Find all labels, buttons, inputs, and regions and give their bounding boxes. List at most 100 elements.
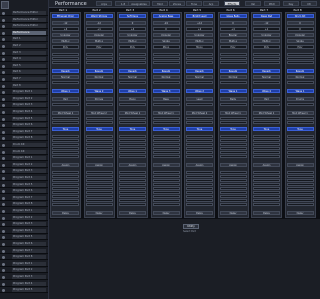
program-select[interactable]: Deep Pad <box>253 14 280 18</box>
part-param-field[interactable]: +4 <box>52 27 79 31</box>
sidebar-item[interactable]: Program Part 3 <box>0 222 48 228</box>
part-param-field[interactable]: Mod Wheel 1 <box>52 111 79 115</box>
param-slot[interactable] <box>186 61 213 64</box>
sidebar-item[interactable]: Program Part 1 <box>0 261 48 267</box>
param-slot[interactable] <box>152 187 180 190</box>
param-slot[interactable] <box>85 61 113 64</box>
param-slot[interactable] <box>152 61 180 64</box>
sidebar-item[interactable]: Program Part 6 <box>0 123 48 129</box>
param-slot[interactable] <box>52 179 79 182</box>
sidebar-item[interactable]: Part 7 <box>0 77 48 82</box>
program-select[interactable]: Glass Bells <box>219 14 247 18</box>
part-param-field[interactable]: Tone <box>253 127 280 131</box>
param-slot[interactable] <box>219 155 247 158</box>
param-slot[interactable] <box>119 53 146 56</box>
sidebar-item[interactable]: Program Part 2 <box>0 268 48 274</box>
param-slot[interactable] <box>286 143 314 146</box>
tab-key[interactable]: Key <box>283 1 299 6</box>
sidebar-item[interactable]: Part 1 <box>0 37 48 43</box>
param-slot[interactable] <box>286 139 314 142</box>
param-slot[interactable] <box>286 61 314 64</box>
part-param-field[interactable]: Unipolar <box>253 33 280 37</box>
param-slot[interactable] <box>52 81 79 84</box>
part-param-field[interactable]: Wave 2 <box>85 89 113 93</box>
sidebar-item[interactable]: Program Part 7 <box>0 195 48 201</box>
param-slot[interactable] <box>253 199 280 202</box>
sidebar-item[interactable]: Drum Kit <box>0 143 48 148</box>
param-slot[interactable] <box>286 53 314 56</box>
part-param-field[interactable]: Unipolar <box>52 33 79 37</box>
param-slot[interactable] <box>85 203 113 206</box>
param-slot[interactable] <box>152 175 180 178</box>
param-slot[interactable] <box>286 179 314 182</box>
part-param-field[interactable]: Normal <box>119 75 146 79</box>
tab-zones[interactable]: Zones <box>169 1 185 6</box>
param-slot[interactable] <box>85 175 113 178</box>
param-slot[interactable] <box>253 81 280 84</box>
part-param-field[interactable]: Multi-x <box>253 39 280 43</box>
part-param-field[interactable]: Unipolar <box>186 33 213 37</box>
tab-assignables[interactable]: Assignables <box>128 1 150 6</box>
param-slot[interactable] <box>119 187 146 190</box>
part-param-field[interactable]: Bells <box>219 97 247 101</box>
part-param-field[interactable]: Tone <box>119 127 146 131</box>
param-slot[interactable] <box>286 147 314 150</box>
param-slot[interactable] <box>286 135 314 138</box>
tab-pitch[interactable]: Pitch <box>264 1 280 6</box>
program-select[interactable]: Bright Lead <box>186 14 213 18</box>
param-slot[interactable] <box>119 147 146 150</box>
part-param-field[interactable]: Wave 1 <box>119 89 146 93</box>
param-slot[interactable] <box>85 53 113 56</box>
part-param-field[interactable]: Multi-x <box>119 39 146 43</box>
part-param-field[interactable]: Delay <box>219 211 247 215</box>
param-slot[interactable] <box>253 121 280 124</box>
sidebar-item[interactable]: Program Part 5 <box>0 182 48 188</box>
param-slot[interactable] <box>186 203 213 206</box>
param-slot[interactable] <box>119 151 146 154</box>
part-param-field[interactable]: Multi-x <box>52 39 79 43</box>
part-param-field[interactable]: Normal <box>253 75 280 79</box>
param-slot[interactable] <box>253 143 280 146</box>
sidebar-item[interactable]: Program Part 2 <box>0 96 48 102</box>
param-slot[interactable] <box>52 139 79 142</box>
part-param-field[interactable]: Mod Wheel 1 <box>219 111 247 115</box>
part-param-field[interactable]: Delay <box>85 211 113 215</box>
param-slot[interactable] <box>219 57 247 60</box>
sidebar-item[interactable]: Program Part 1 <box>0 209 48 214</box>
param-slot[interactable] <box>186 179 213 182</box>
param-slot[interactable] <box>52 187 79 190</box>
sidebar-item[interactable]: Program Part 2 <box>0 162 48 168</box>
param-slot[interactable] <box>85 121 113 124</box>
part-param-field[interactable]: Poly <box>119 45 146 49</box>
param-slot[interactable] <box>52 143 79 146</box>
part-param-field[interactable]: Assign <box>152 163 180 167</box>
param-slot[interactable] <box>152 199 180 202</box>
part-param-field[interactable]: Tone <box>219 127 247 131</box>
part-param-field[interactable]: +4 <box>219 27 247 31</box>
program-select[interactable]: Warm Strings <box>85 14 113 18</box>
param-slot[interactable] <box>186 117 213 120</box>
part-param-field[interactable]: Assign <box>219 163 247 167</box>
param-slot[interactable] <box>119 175 146 178</box>
param-slot[interactable] <box>186 183 213 186</box>
param-slot[interactable] <box>152 139 180 142</box>
sidebar-item[interactable]: Program Part 2 <box>0 215 48 221</box>
param-slot[interactable] <box>52 199 79 202</box>
sidebar-item[interactable]: Program Part 8 <box>0 136 48 142</box>
sidebar-item[interactable]: Program Part 5 <box>0 235 48 241</box>
program-select[interactable]: Drum Kit <box>286 14 314 18</box>
param-slot[interactable] <box>286 187 314 190</box>
sidebar-item[interactable]: Part 6 <box>0 70 48 76</box>
param-slot[interactable] <box>52 183 79 186</box>
sidebar-item[interactable]: Program Part 3 <box>0 169 48 175</box>
param-slot[interactable] <box>52 135 79 138</box>
param-slot[interactable] <box>219 187 247 190</box>
param-slot[interactable] <box>219 117 247 120</box>
sidebar-item[interactable]: Program Part 8 <box>0 255 48 261</box>
param-slot[interactable] <box>286 81 314 84</box>
program-select[interactable]: Analog Bass <box>152 14 180 18</box>
param-slot[interactable] <box>186 175 213 178</box>
part-param-field[interactable]: Normal <box>85 75 113 79</box>
param-slot[interactable] <box>219 183 247 186</box>
param-slot[interactable] <box>119 143 146 146</box>
